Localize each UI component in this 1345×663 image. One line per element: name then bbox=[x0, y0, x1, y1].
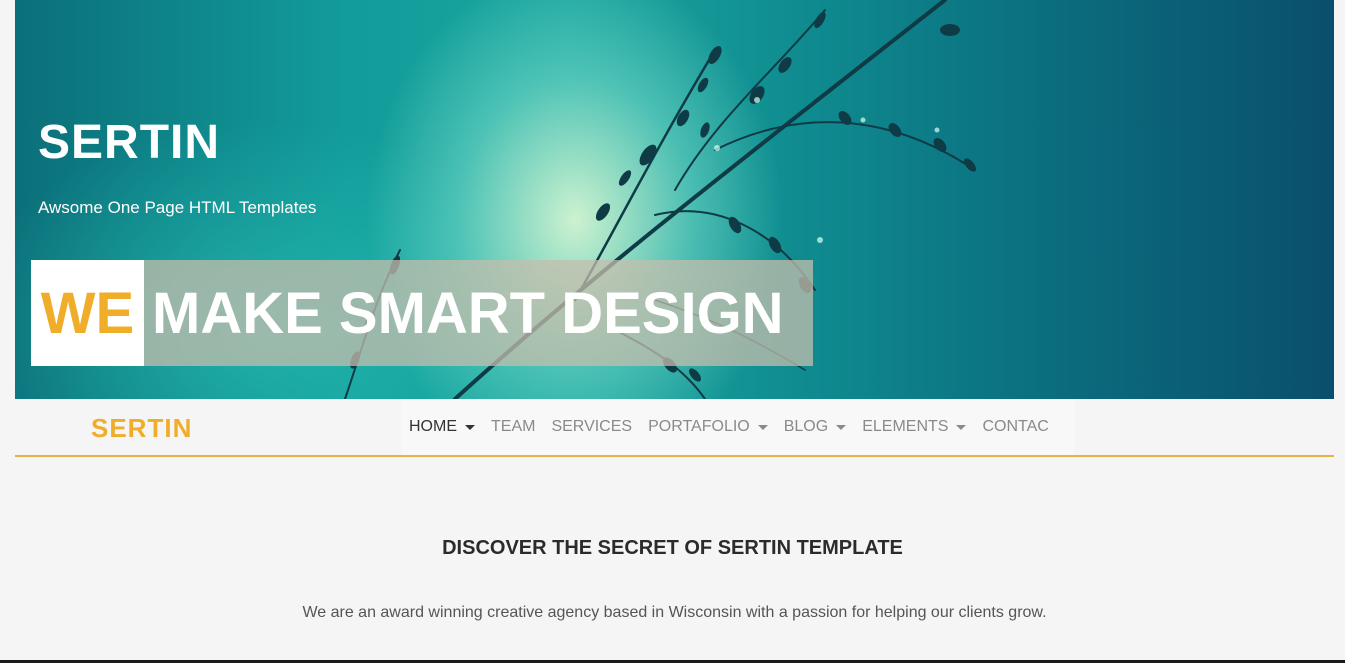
caret-down-icon bbox=[956, 424, 967, 430]
nav-item-blog[interactable]: BLOG bbox=[776, 418, 854, 436]
page: SERTIN Awsome One Page HTML Templates WE… bbox=[0, 0, 1345, 663]
section-title: DISCOVER THE SECRET OF SERTIN TEMPLATE bbox=[442, 537, 903, 559]
hero-title: SERTIN bbox=[38, 116, 221, 169]
nav-item-home[interactable]: HOME bbox=[401, 418, 483, 436]
banner-highlight: WE bbox=[31, 260, 144, 366]
nav-item-label: PORTAFOLIO bbox=[648, 418, 750, 435]
caret-down-icon bbox=[836, 424, 847, 430]
nav-item-services[interactable]: SERVICES bbox=[543, 418, 640, 436]
caret-down-icon bbox=[465, 424, 475, 430]
hero-section: SERTIN Awsome One Page HTML Templates WE… bbox=[15, 0, 1334, 399]
nav-item-label: BLOG bbox=[783, 418, 829, 435]
hero-banner: WE MAKE SMART DESIGN bbox=[31, 260, 813, 366]
hero-subtitle: Awsome One Page HTML Templates bbox=[38, 198, 317, 217]
nav-item-contac[interactable]: CONTAC bbox=[974, 418, 1056, 436]
caret-down-icon bbox=[757, 424, 768, 430]
banner-text: MAKE SMART DESIGN bbox=[152, 280, 784, 346]
nav-item-label: HOME bbox=[409, 418, 457, 435]
nav-item-label: TEAM bbox=[491, 418, 536, 435]
nav-item-label: CONTAC bbox=[982, 418, 1049, 435]
nav-menu: HOME TEAM SERVICES PORTAFOLIO BLOG ELEME… bbox=[401, 399, 1075, 455]
section-text: We are an award winning creative agency … bbox=[302, 604, 1047, 621]
nav-item-portafolio[interactable]: PORTAFOLIO bbox=[640, 418, 776, 436]
nav-item-label: ELEMENTS bbox=[862, 418, 949, 435]
nav-item-label: SERVICES bbox=[551, 418, 633, 435]
navbar: SERTIN HOME TEAM SERVICES PORTAFOLIO BLO… bbox=[15, 399, 1334, 457]
nav-item-elements[interactable]: ELEMENTS bbox=[854, 418, 974, 436]
nav-brand-logo[interactable]: SERTIN bbox=[91, 413, 192, 444]
nav-item-team[interactable]: TEAM bbox=[483, 418, 543, 436]
